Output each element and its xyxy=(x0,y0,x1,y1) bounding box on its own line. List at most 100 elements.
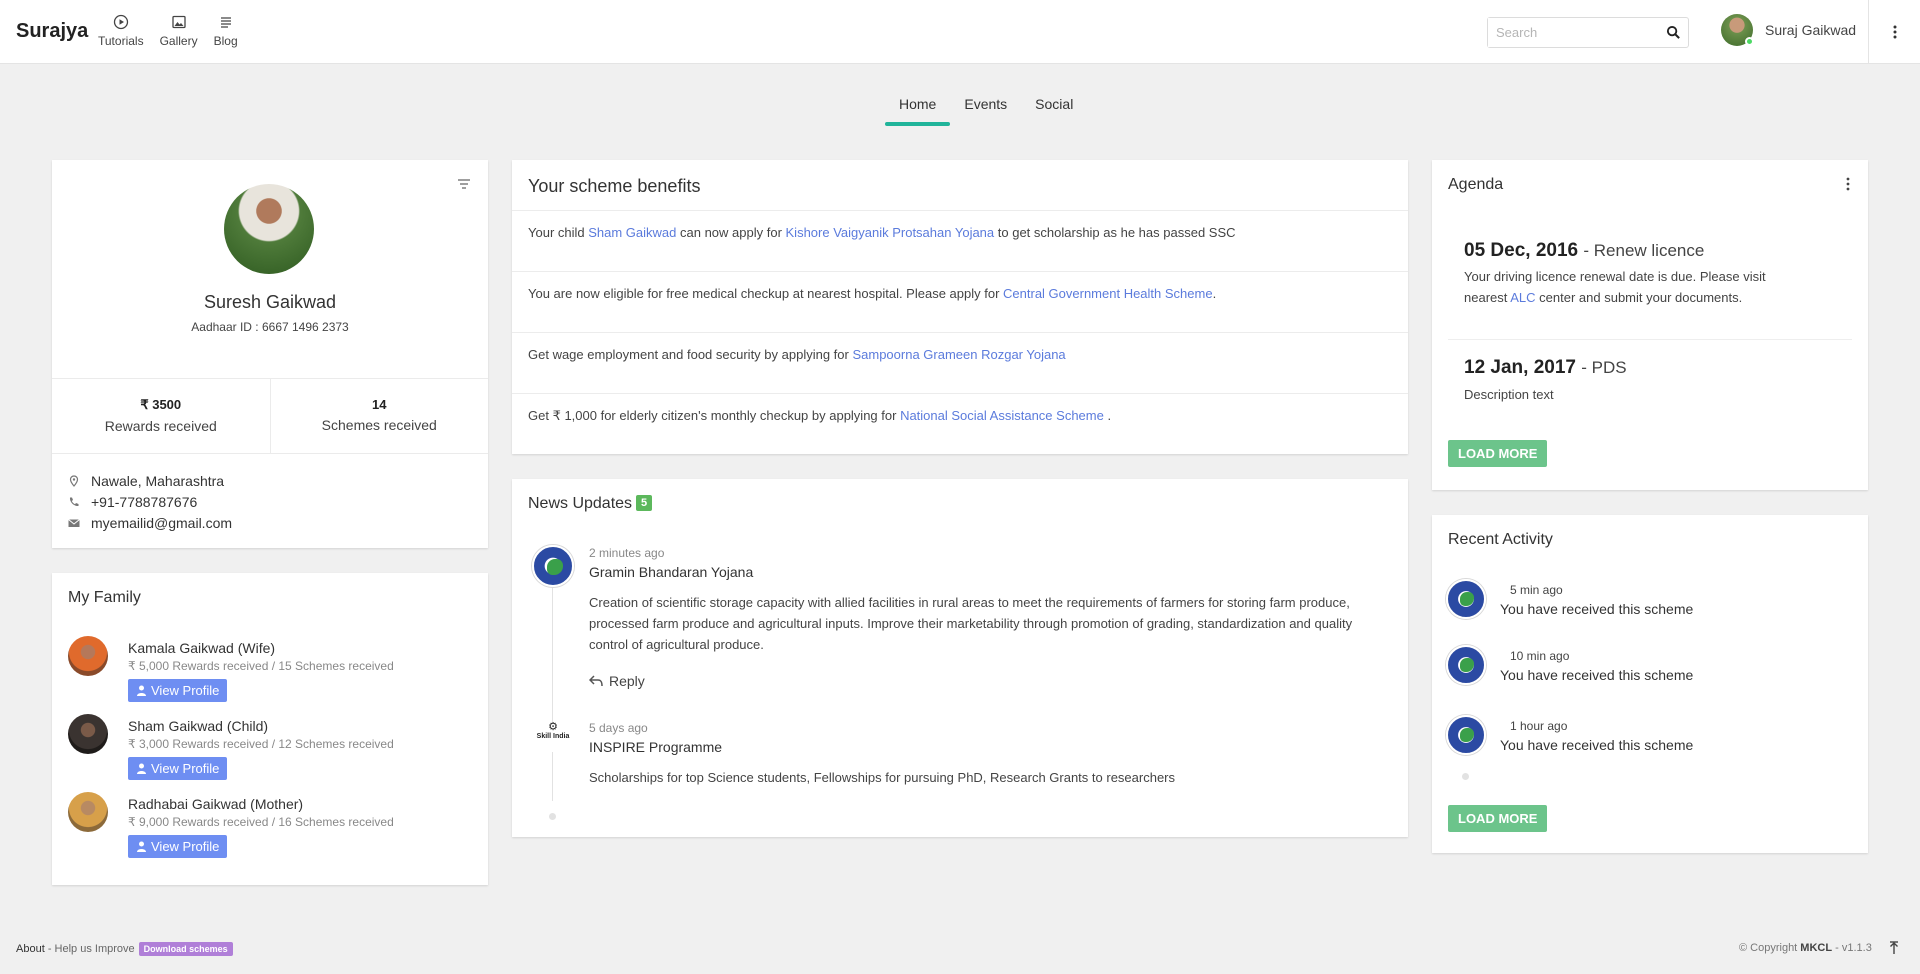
more-vertical-icon[interactable] xyxy=(1844,176,1852,192)
news-title: News Updates 5 xyxy=(528,495,653,513)
member-summary: ₹ 5,000 Rewards received / 15 Schemes re… xyxy=(128,659,394,673)
news-time: 5 days ago xyxy=(589,721,648,735)
user-name[interactable]: Suraj Gaikwad xyxy=(1765,22,1856,38)
view-profile-button[interactable]: View Profile xyxy=(128,835,228,858)
benefit-text: to get scholarship as he has passed SSC xyxy=(994,225,1236,240)
view-profile-button[interactable]: View Profile xyxy=(128,679,228,702)
scheme-link[interactable]: Sampoorna Grameen Rozgar Yojana xyxy=(852,347,1065,362)
top-navbar: Surajya Tutorials Gallery Blog Suraj Gai… xyxy=(0,0,1920,64)
view-profile-label: View Profile xyxy=(151,683,220,698)
tab-social[interactable]: Social xyxy=(1021,92,1087,126)
contact-info: Nawale, Maharashtra +91-7788787676 myema… xyxy=(68,470,232,533)
news-item-title[interactable]: INSPIRE Programme xyxy=(589,739,722,755)
alc-link[interactable]: ALC xyxy=(1510,290,1535,305)
reply-icon xyxy=(589,675,603,687)
search-icon[interactable] xyxy=(1666,25,1681,40)
agenda-description: Your driving licence renewal date is due… xyxy=(1464,266,1804,308)
timeline-end-dot xyxy=(549,813,556,820)
tab-events[interactable]: Events xyxy=(950,92,1021,126)
activity-time: 5 min ago xyxy=(1510,583,1563,597)
arrow-up-icon[interactable] xyxy=(1889,941,1899,955)
footer-copyright: © Copyright MKCL - v1.1.3 xyxy=(1739,942,1872,954)
my-family-card: My Family Kamala Gaikwad (Wife) ₹ 5,000 … xyxy=(52,573,488,885)
load-more-button[interactable]: LOAD MORE xyxy=(1448,805,1548,832)
benefits-title: Your scheme benefits xyxy=(528,176,701,196)
view-profile-button[interactable]: View Profile xyxy=(128,757,228,780)
agenda-event: - PDS xyxy=(1581,358,1627,377)
view-profile-label: View Profile xyxy=(151,761,220,776)
recent-activity-card: Recent Activity 5 min ago You have recei… xyxy=(1432,515,1868,853)
benefit-row: You are now eligible for free medical ch… xyxy=(512,271,1408,332)
agenda-date: 05 Dec, 2016 xyxy=(1464,240,1579,261)
location-pin-icon xyxy=(69,474,79,487)
nav-tutorials[interactable]: Tutorials xyxy=(98,14,144,48)
benefit-text: Get wage employment and food security by… xyxy=(528,347,853,362)
tab-home[interactable]: Home xyxy=(885,92,951,126)
agenda-title: Agenda xyxy=(1448,176,1504,193)
nav-gallery-label: Gallery xyxy=(159,34,198,48)
news-count-badge: 5 xyxy=(636,495,653,511)
nav-tutorials-label: Tutorials xyxy=(98,34,144,48)
online-status-dot xyxy=(1745,37,1754,46)
member-avatar xyxy=(68,714,108,754)
family-member: Kamala Gaikwad (Wife) ₹ 5,000 Rewards re… xyxy=(68,636,394,702)
skill-india-logo-text: Skill India xyxy=(536,733,570,740)
agenda-event: - Renew licence xyxy=(1583,241,1705,260)
download-schemes-button[interactable]: Download schemes xyxy=(138,942,233,956)
aadhaar-id: Aadhaar ID : 6667 1496 2373 xyxy=(191,320,349,334)
nav-blog[interactable]: Blog xyxy=(214,14,238,48)
user-avatar[interactable] xyxy=(1721,14,1754,46)
phone-icon xyxy=(69,497,79,506)
phone-text: +91-7788787676 xyxy=(91,493,198,510)
schemes-stat: 14 Schemes received xyxy=(269,379,489,453)
load-more-button[interactable]: LOAD MORE xyxy=(1448,440,1548,467)
sort-icon[interactable] xyxy=(456,176,472,192)
child-profile-link[interactable]: Sham Gaikwad xyxy=(588,225,676,240)
search-input[interactable] xyxy=(1488,18,1653,47)
user-icon xyxy=(137,841,146,852)
scheme-logo-icon xyxy=(1446,645,1486,685)
agenda-item-heading: 12 Jan, 2017 - PDS xyxy=(1464,357,1627,379)
scheme-logo-icon xyxy=(1446,579,1486,619)
member-summary: ₹ 9,000 Rewards received / 16 Schemes re… xyxy=(128,815,394,829)
reply-button[interactable]: Reply xyxy=(589,673,645,689)
member-name: Sham Gaikwad (Child) xyxy=(128,718,269,734)
location-text: Nawale, Maharashtra xyxy=(91,472,225,489)
skill-india-logo: ⚙ Skill India xyxy=(536,722,570,752)
activity-time: 1 hour ago xyxy=(1510,719,1568,733)
more-menu-button[interactable] xyxy=(1868,0,1920,64)
brand-logo[interactable]: Surajya xyxy=(16,20,88,43)
image-icon xyxy=(171,15,186,29)
timeline-line xyxy=(552,561,553,801)
agenda-desc-text: center and submit your documents. xyxy=(1535,290,1743,305)
rewards-stat: ₹ 3500 Rewards received xyxy=(52,379,270,453)
member-summary: ₹ 3,000 Rewards received / 12 Schemes re… xyxy=(128,737,394,751)
org-name: MKCL xyxy=(1800,942,1833,954)
recent-title: Recent Activity xyxy=(1448,531,1553,548)
news-item-title[interactable]: Gramin Bhandaran Yojana xyxy=(589,564,753,580)
family-title: My Family xyxy=(68,589,141,606)
benefit-text: Get ₹ 1,000 for elderly citizen's monthl… xyxy=(528,408,901,423)
nav-gallery[interactable]: Gallery xyxy=(160,14,198,48)
rewards-value: ₹ 3500 xyxy=(140,397,182,412)
scheme-link[interactable]: Kishore Vaigyanik Protsahan Yojana xyxy=(786,225,995,240)
email-text[interactable]: myemailid@gmail.com xyxy=(91,515,232,531)
phone-row: +91-7788787676 xyxy=(68,491,232,512)
footer-left: About - Help us Improve Download schemes xyxy=(16,942,233,956)
scheme-logo-icon xyxy=(1446,715,1486,755)
version: - v1.1.3 xyxy=(1832,942,1872,954)
benefit-text: . xyxy=(1103,408,1112,423)
more-vertical-icon xyxy=(1893,25,1896,39)
scheme-link[interactable]: National Social Assistance Scheme xyxy=(900,408,1104,423)
user-menu[interactable]: Suraj Gaikwad xyxy=(1721,14,1856,46)
profile-card: Suresh Gaikwad Aadhaar ID : 6667 1496 23… xyxy=(52,160,488,548)
help-improve-link[interactable]: - Help us Improve xyxy=(48,943,135,955)
agenda-card: Agenda 05 Dec, 2016 - Renew licence Your… xyxy=(1432,160,1868,490)
scheme-link[interactable]: Central Government Health Scheme xyxy=(1003,286,1213,301)
agenda-description: Description text xyxy=(1464,387,1554,402)
mail-icon xyxy=(68,518,80,527)
about-link[interactable]: About xyxy=(16,943,45,955)
copyright-prefix: © Copyright xyxy=(1739,942,1801,954)
profile-name: Suresh Gaikwad xyxy=(203,292,337,312)
activity-text: You have received this scheme xyxy=(1500,667,1694,683)
